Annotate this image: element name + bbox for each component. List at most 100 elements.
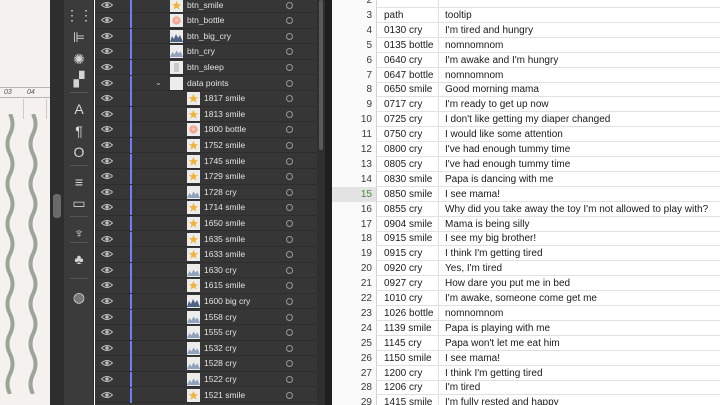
align-left-icon[interactable]: ⊫ — [69, 28, 89, 46]
layer-name[interactable]: 1729 smile — [204, 171, 245, 181]
eye-icon[interactable] — [101, 31, 113, 41]
eye-icon[interactable] — [101, 62, 113, 72]
eye-icon[interactable] — [101, 327, 113, 337]
cell-path[interactable]: 1206 cry — [377, 380, 439, 396]
eye-icon[interactable] — [101, 124, 113, 134]
gradient-icon[interactable]: ▭ — [69, 194, 89, 212]
layer-row[interactable]: 1633 smile — [95, 247, 317, 263]
layer-name[interactable]: btn_big_cry — [187, 31, 231, 41]
layer-group-row[interactable]: ⌄ data points — [95, 75, 317, 91]
row-number-header[interactable]: 11 — [332, 127, 377, 143]
layer-row[interactable]: 1817 smile — [95, 91, 317, 107]
layer-row[interactable]: btn_big_cry — [95, 28, 317, 45]
target-circle-icon[interactable] — [286, 360, 293, 368]
cell-tooltip[interactable]: I'm fully rested and happy — [439, 395, 720, 405]
cell-path[interactable] — [377, 0, 439, 8]
layer-row[interactable]: 1729 smile — [95, 169, 317, 185]
target-circle-icon[interactable] — [286, 235, 293, 243]
row-number-header[interactable]: 10 — [332, 112, 377, 128]
layer-row[interactable]: 1615 smile — [95, 278, 317, 294]
eye-icon[interactable] — [101, 249, 113, 259]
cell-tooltip[interactable]: nomnomnom — [439, 306, 720, 321]
target-circle-icon[interactable] — [286, 157, 293, 165]
layer-name[interactable]: 1714 smile — [204, 202, 245, 212]
cell-path[interactable]: 0725 cry — [377, 112, 439, 128]
eye-icon[interactable] — [101, 296, 113, 306]
cell-tooltip[interactable]: I'm tired — [439, 380, 720, 395]
row-number-header[interactable]: 22 — [332, 291, 377, 306]
row-number-header[interactable]: 24 — [332, 320, 377, 336]
cell-tooltip[interactable]: Mama is being silly — [439, 217, 720, 232]
cell-path[interactable]: 0717 cry — [377, 97, 439, 113]
puppet-icon[interactable]: ♆ — [69, 224, 89, 242]
eye-icon[interactable] — [101, 46, 113, 56]
row-number-header[interactable]: 25 — [332, 335, 377, 351]
layer-name[interactable]: btn_cry — [187, 46, 215, 56]
target-circle-icon[interactable] — [286, 329, 293, 337]
cell-path[interactable]: 0750 cry — [377, 127, 439, 143]
target-circle-icon[interactable] — [286, 219, 293, 227]
character-icon[interactable]: A — [69, 100, 89, 118]
target-circle-icon[interactable] — [286, 375, 293, 383]
eye-icon[interactable] — [101, 265, 113, 275]
layer-name[interactable]: 1522 cry — [204, 374, 237, 384]
target-circle-icon[interactable] — [286, 141, 293, 149]
layer-row[interactable]: 1745 smile — [95, 153, 317, 169]
cell-path[interactable]: 0904 smile — [377, 216, 439, 232]
cell-tooltip[interactable]: Yes, I'm tired — [439, 261, 720, 276]
layer-name[interactable]: 1635 smile — [204, 234, 245, 244]
cell-path[interactable]: 0850 smile — [377, 186, 439, 202]
cell-tooltip[interactable]: I'm ready to get up now — [439, 97, 720, 112]
layer-row[interactable]: 1714 smile — [95, 200, 317, 216]
eye-icon[interactable] — [101, 140, 113, 150]
target-circle-icon[interactable] — [286, 297, 293, 305]
cell-tooltip[interactable]: I see mama! — [439, 187, 720, 202]
cell-tooltip[interactable]: Papa won't let me eat him — [439, 336, 720, 351]
cell-path[interactable]: 1010 cry — [377, 291, 439, 306]
layer-row[interactable]: btn_smile — [95, 0, 317, 13]
layer-name[interactable]: btn_smile — [187, 0, 223, 10]
cell-tooltip[interactable]: Good morning mama — [439, 82, 720, 97]
layer-row[interactable]: 1800 bottle — [95, 122, 317, 138]
cell-path[interactable]: path — [377, 7, 439, 23]
layer-name[interactable]: 1555 cry — [204, 327, 237, 337]
target-circle-icon[interactable] — [286, 17, 293, 25]
layer-row[interactable]: 1635 smile — [95, 231, 317, 247]
row-number-header[interactable]: 23 — [332, 305, 377, 321]
cell-path[interactable]: 0915 cry — [377, 246, 439, 262]
cell-tooltip[interactable]: I'm awake and I'm hungry — [439, 53, 720, 68]
target-circle-icon[interactable] — [286, 110, 293, 118]
layer-row[interactable]: 1650 smile — [95, 215, 317, 232]
layers-scrollbar-thumb[interactable] — [319, 0, 323, 150]
cell-path[interactable]: 1139 smile — [377, 320, 439, 336]
cell-tooltip[interactable]: I see mama! — [439, 351, 720, 366]
cell-path[interactable]: 1026 bottle — [377, 305, 439, 321]
target-circle-icon[interactable] — [286, 391, 293, 399]
layer-row[interactable]: btn_sleep — [95, 59, 317, 76]
layer-name[interactable]: 1817 smile — [204, 93, 245, 103]
cell-path[interactable]: 0800 cry — [377, 142, 439, 157]
eye-icon[interactable] — [101, 280, 113, 290]
cell-tooltip[interactable]: I've had enough tummy time — [439, 157, 720, 172]
cell-tooltip[interactable]: nomnomnom — [439, 68, 720, 83]
target-circle-icon[interactable] — [286, 266, 293, 274]
eye-icon[interactable] — [101, 374, 113, 384]
eye-icon[interactable] — [101, 15, 113, 25]
target-circle-icon[interactable] — [286, 32, 293, 40]
stroke-icon[interactable]: ≡ — [69, 173, 89, 191]
cell-path[interactable]: 0130 cry — [377, 22, 439, 38]
layer-name[interactable]: 1630 cry — [204, 265, 237, 275]
row-number-header[interactable]: 8 — [332, 82, 377, 98]
cell-tooltip[interactable]: I don't like getting my diaper changed — [439, 112, 720, 127]
cell-path[interactable]: 0135 bottle — [377, 37, 439, 53]
row-number-header[interactable]: 9 — [332, 97, 377, 113]
cell-tooltip[interactable]: I think I'm getting tired — [439, 366, 720, 381]
target-circle-icon[interactable] — [286, 313, 293, 321]
artboard-canvas[interactable]: 03 04 — [0, 0, 50, 405]
target-circle-icon[interactable] — [286, 1, 293, 9]
splitter-grip[interactable] — [53, 194, 61, 218]
row-number-header[interactable]: 28 — [332, 380, 377, 396]
layer-row[interactable]: 1555 cry — [95, 325, 317, 341]
cell-path[interactable]: 0830 smile — [377, 171, 439, 187]
layer-name[interactable]: 1521 smile — [204, 390, 245, 400]
